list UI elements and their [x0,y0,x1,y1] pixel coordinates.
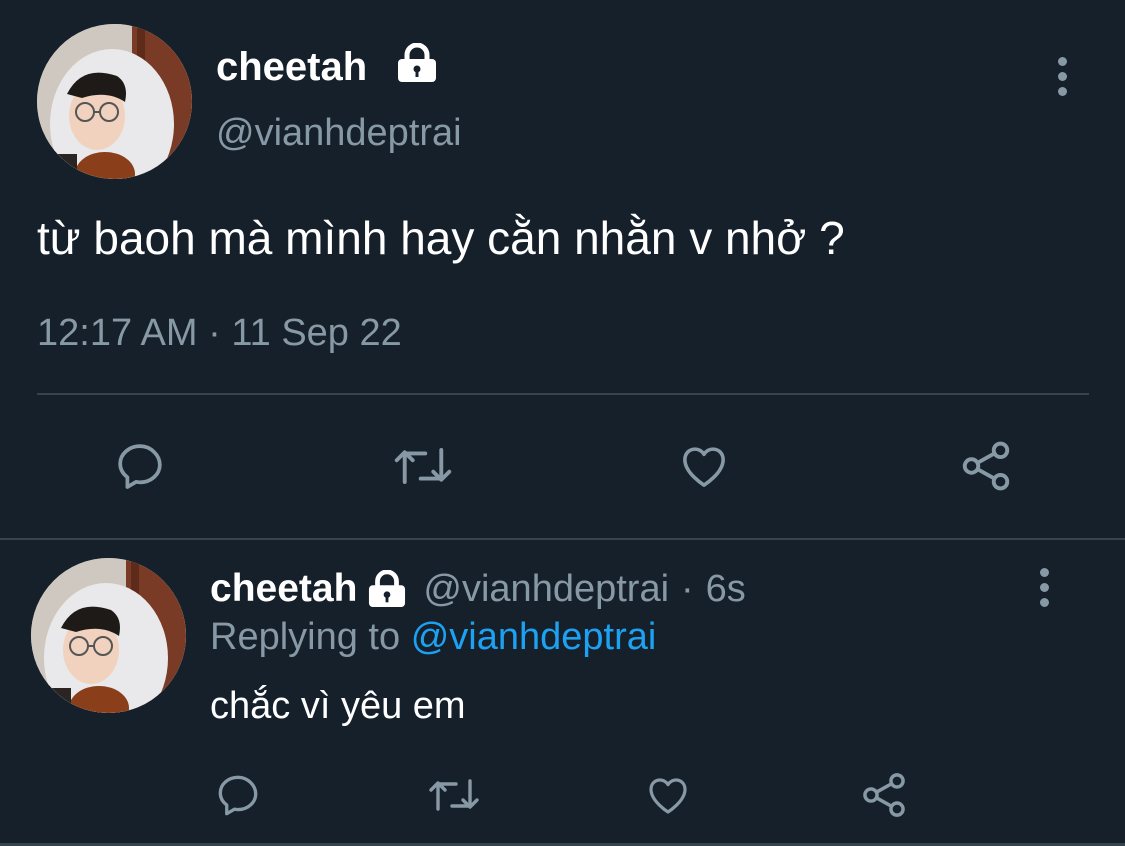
user-handle[interactable]: @vianhdeptrai [216,110,462,156]
separator: · [681,568,694,610]
retweet-button[interactable] [388,436,458,496]
divider [37,393,1089,395]
reply-header: cheetah @vianhdeptrai · 6s [210,566,746,612]
replying-to: Replying to @vianhdeptrai [210,614,656,660]
reply-button[interactable] [108,436,172,496]
reply-text: chắc vì yêu em [210,685,466,727]
section-divider [0,538,1125,540]
replying-to-mention[interactable]: @vianhdeptrai [411,616,657,658]
like-button[interactable] [640,768,696,822]
reply-icon [218,775,258,816]
reply-button[interactable] [210,768,266,822]
reply-icon [118,444,162,489]
display-name[interactable]: cheetah [216,44,367,90]
tweet-text: từ baoh mà mình hay cằn nhằn v nhở ? [37,212,845,264]
like-button[interactable] [672,436,736,496]
tweet-timestamp[interactable]: 12:17 AM · 11 Sep 22 [37,310,402,356]
lock-icon [396,43,438,83]
lock-icon [367,570,407,608]
more-options-icon[interactable] [1055,57,1069,102]
more-options-icon[interactable] [1037,568,1051,613]
avatar[interactable] [31,558,186,713]
like-icon [649,778,687,814]
share-icon [962,441,1010,491]
share-button[interactable] [856,768,912,822]
retweet-icon [394,448,452,484]
replying-to-label: Replying to [210,616,401,658]
retweet-button[interactable] [424,768,484,822]
share-button[interactable] [954,436,1018,496]
display-name[interactable]: cheetah [210,566,357,612]
user-handle[interactable]: @vianhdeptrai [423,566,669,612]
time-ago[interactable]: 6s [706,566,746,612]
share-icon [863,773,905,817]
like-icon [683,447,725,487]
retweet-icon [429,779,479,811]
avatar[interactable] [37,24,192,179]
